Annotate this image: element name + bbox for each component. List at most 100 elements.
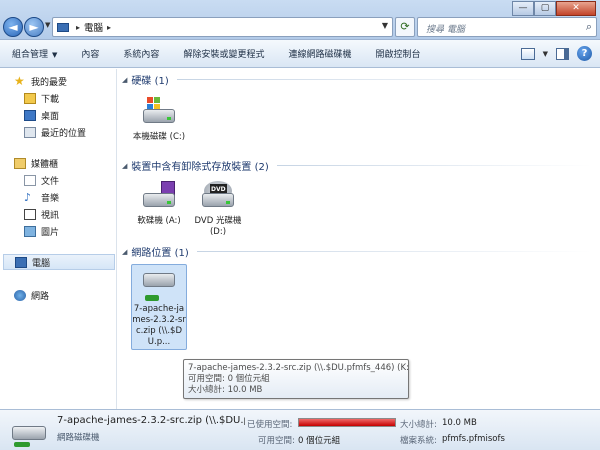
uninstall-program-button[interactable]: 解除安裝或變更程式 [171,47,276,60]
group-header-network[interactable]: ◢ 網路位置 (1) [122,244,592,259]
search-icon[interactable]: ⌕ [586,20,592,34]
chevron-right-icon[interactable]: ▸ [107,23,111,32]
hard-drive-icon [141,97,177,129]
properties-button[interactable]: 內容 [69,47,111,60]
computer-icon [57,22,69,32]
organize-label: 組合管理 [12,50,49,60]
window-controls: — ▢ ✕ [512,1,596,16]
tooltip-line: 大小總計: 10.0 MB [188,385,263,395]
dvd-drive-icon: DVD [200,181,236,213]
map-network-drive-button[interactable]: 連線網路磁碟機 [276,47,363,60]
change-view-icon[interactable] [520,47,535,60]
content-area: ◢ 硬碟 (1) 本機磁碟 (C:) ◢ 裝置中含有卸除式存放裝置 (2) 軟碟… [118,69,600,409]
drive-tooltip: 7-apache-james-2.3.2-src.zip (\\.$DU.pfm… [183,359,409,399]
nav-downloads[interactable]: 下載 [24,90,59,106]
group-divider [196,251,592,252]
arrow-left-icon: ◄ [8,20,18,34]
refresh-icon: ⟳ [400,20,410,33]
collapse-triangle-icon[interactable]: ◢ [122,248,127,256]
drive-item-c[interactable]: 本機磁碟 (C:) [131,97,187,143]
forward-button[interactable]: ► [24,17,44,37]
nav-libraries-label: 媒體櫃 [31,159,59,170]
details-subtitle: 網路磁碟機 [57,433,100,443]
nav-videos[interactable]: 視訊 [24,206,59,222]
nav-recent-places-label: 最近的位置 [41,128,87,139]
desktop-icon [24,109,36,121]
recent-pages-dropdown[interactable]: ▼ [45,21,50,29]
navigation-pane: ★ 我的最愛 下載 桌面 最近的位置 媒體櫃 文件 ♪ 音樂 視訊 圖片 電腦 … [0,69,117,409]
help-icon[interactable]: ? [577,46,592,61]
command-bar: 組合管理 ▼ 內容 系統內容 解除安裝或變更程式 連線網路磁碟機 開啟控制台 ▼ … [0,40,600,68]
group-divider [176,79,592,80]
free-space-value: 0 個位元組 [298,436,341,446]
details-title: 7-apache-james-2.3.2-src.zip (\\.$DU.pf.… [57,415,245,426]
videos-icon [24,208,36,220]
close-button[interactable]: ✕ [556,1,596,16]
computer-icon [15,256,27,268]
nav-pictures[interactable]: 圖片 [24,223,59,239]
address-bar[interactable]: ▸ 電腦 ▸ ▼ [52,17,393,37]
floppy-drive-icon [141,181,177,213]
total-size-value: 10.0 MB [442,418,477,428]
preview-pane-icon[interactable] [556,47,569,60]
libraries-icon [14,157,26,169]
drive-label: 軟碟機 (A:) [137,216,181,226]
title-bar: ◄ ► ▼ ▸ 電腦 ▸ ▼ ⟳ 搜尋 電腦 ⌕ — ▢ ✕ [0,0,600,40]
breadcrumb-computer[interactable]: 電腦 [84,20,103,34]
nav-documents[interactable]: 文件 [24,172,59,188]
nav-computer[interactable]: 電腦 [3,254,115,270]
nav-desktop[interactable]: 桌面 [24,107,59,123]
group-header-removable[interactable]: ◢ 裝置中含有卸除式存放裝置 (2) [122,158,592,173]
minimize-button[interactable]: — [512,1,534,16]
collapse-triangle-icon[interactable]: ◢ [122,76,127,84]
network-drive-item[interactable]: 7-apache-james-2.3.2-src.zip (\\.$DU.p..… [131,264,187,350]
organize-button[interactable]: 組合管理 ▼ [0,47,69,60]
downloads-folder-icon [24,92,36,104]
documents-icon [24,174,36,186]
group-title-removable: 裝置中含有卸除式存放裝置 (2) [131,162,269,173]
music-icon: ♪ [24,190,32,204]
network-drive-icon [10,420,50,448]
address-dropdown[interactable]: ▼ [382,21,388,30]
filesystem-label: 檔案系統: [400,436,437,446]
star-icon: ★ [14,73,25,88]
refresh-button[interactable]: ⟳ [395,17,415,37]
recent-places-icon [24,126,36,138]
filesystem-value: pfmfs.pfmisofs [442,434,505,444]
nav-recent-places[interactable]: 最近的位置 [24,124,86,140]
network-drive-icon [141,269,177,301]
system-properties-button[interactable]: 系統內容 [111,47,171,60]
search-box[interactable]: 搜尋 電腦 ⌕ [417,17,597,37]
nav-pictures-label: 圖片 [41,227,60,238]
group-title-hdd: 硬碟 (1) [131,76,169,87]
nav-computer-label: 電腦 [32,258,51,269]
drive-label: DVD 光碟機 (D:) [194,216,242,237]
details-pane: 7-apache-james-2.3.2-src.zip (\\.$DU.pf.… [0,409,600,450]
drive-item-d[interactable]: DVD DVD 光碟機 (D:) [190,181,246,238]
chevron-right-icon[interactable]: ▸ [76,23,80,32]
group-header-hdd[interactable]: ◢ 硬碟 (1) [122,72,592,87]
drive-label: 7-apache-james-2.3.2-src.zip (\\.$DU.p..… [132,304,186,347]
total-size-label: 大小總計: [400,420,437,430]
view-options-dropdown[interactable]: ▼ [543,50,548,58]
group-title-network: 網路位置 (1) [131,248,189,259]
nav-documents-label: 文件 [41,176,60,187]
back-button[interactable]: ◄ [3,17,23,37]
nav-downloads-label: 下載 [41,94,60,105]
nav-videos-label: 視訊 [41,210,60,221]
used-space-bar [298,418,396,427]
maximize-button[interactable]: ▢ [534,1,556,16]
nav-music[interactable]: ♪ 音樂 [24,189,59,205]
collapse-triangle-icon[interactable]: ◢ [122,162,127,170]
open-control-panel-button[interactable]: 開啟控制台 [363,47,432,60]
network-icon [14,289,26,301]
pictures-icon [24,225,36,237]
tooltip-line: 可用空間: 0 個位元組 [188,374,270,384]
nav-favorites[interactable]: ★ 我的最愛 [14,73,67,89]
drive-item-a[interactable]: 軟碟機 (A:) [131,181,187,227]
nav-desktop-label: 桌面 [41,111,60,122]
nav-music-label: 音樂 [41,193,60,204]
nav-network[interactable]: 網路 [14,287,49,303]
nav-libraries[interactable]: 媒體櫃 [14,155,58,171]
drive-label: 本機磁碟 (C:) [132,132,186,142]
